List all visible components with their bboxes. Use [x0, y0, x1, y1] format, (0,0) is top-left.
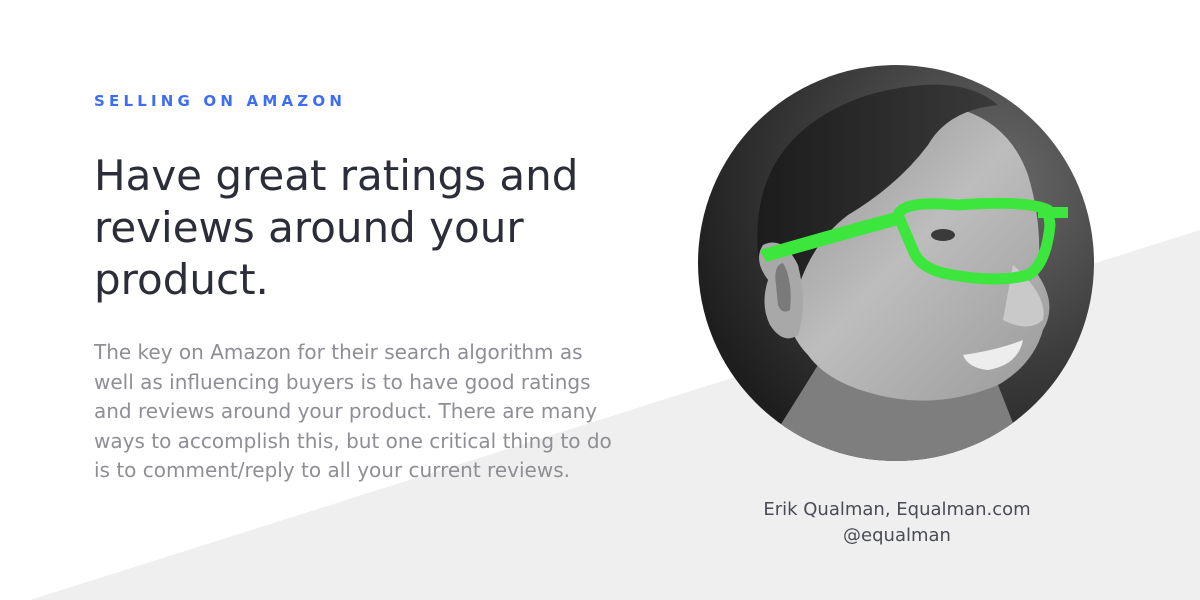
body-paragraph: The key on Amazon for their search algor…: [94, 340, 612, 482]
person-photo-icon: [698, 65, 1094, 461]
category-label: SELLING ON AMAZON: [94, 92, 347, 110]
page-title: Have great ratings and reviews around yo…: [94, 151, 579, 304]
author-name: Erik Qualman, Equalman.com: [763, 499, 1031, 520]
author-portrait: [698, 65, 1094, 461]
author-handle: @equalman: [843, 525, 951, 546]
author-credit: Erik Qualman, Equalman.com @equalman: [747, 497, 1047, 549]
